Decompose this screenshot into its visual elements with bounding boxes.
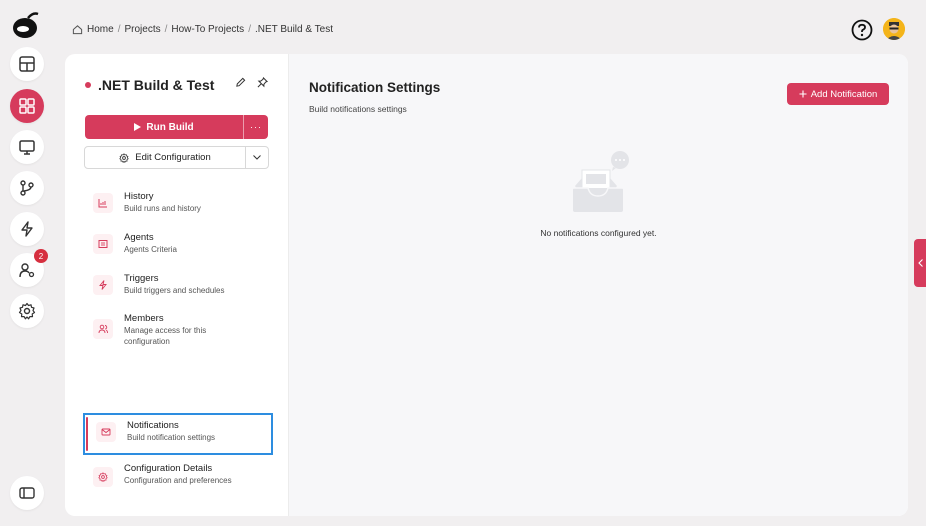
gear-icon [18,302,36,320]
run-build-button-group: Run Build ··· [85,115,268,139]
avatar[interactable] [883,18,905,40]
page-subtitle: Build notifications settings [309,104,407,114]
nav-label: Triggers [124,273,159,284]
nav-sub: Build triggers and schedules [124,286,225,295]
rail-dashboard-button[interactable] [10,89,44,123]
lightning-icon [21,221,33,237]
git-branch-icon [20,180,34,196]
chevron-left-icon [917,259,923,267]
nav-label: Notifications [127,420,179,431]
nav-sub: Build notification settings [127,433,216,442]
breadcrumb: Home / Projects / How-To Projects / .NET… [72,24,333,35]
breadcrumb-separator: / [117,24,121,35]
breadcrumb-home[interactable]: Home [87,24,114,35]
main-card: .NET Build & Test Run Build ··· Edit Con… [65,54,908,516]
nav-item-members[interactable]: Members Manage access for this configurat… [83,313,243,347]
run-more-button[interactable]: ··· [244,115,268,139]
chart-icon [93,193,113,213]
nav-label: History [124,191,154,202]
nav-sub: Build runs and history [124,204,201,213]
breadcrumb-projects[interactable]: Projects [124,24,160,35]
project-title: .NET Build & Test [85,77,214,93]
nav-label: Agents [124,232,154,243]
members-icon [93,319,113,339]
user-settings-icon [19,263,35,278]
nav-item-history[interactable]: History Build runs and history [83,191,273,214]
agent-icon [93,234,113,254]
edit-configuration-button-group: Edit Configuration [84,146,269,169]
edit-configuration-label: Edit Configuration [135,152,211,163]
rail-settings-button[interactable] [10,294,44,328]
breadcrumb-current: .NET Build & Test [254,24,333,35]
dashboard-icon [19,98,35,114]
edit-configuration-dropdown[interactable] [246,147,268,168]
breadcrumb-how-to-projects[interactable]: How-To Projects [171,24,244,35]
nav-label: Members [124,313,164,324]
edit-icon[interactable] [235,77,246,88]
rail-git-button[interactable] [10,171,44,205]
mail-icon [96,422,116,442]
project-title-text: .NET Build & Test [98,77,215,93]
notification-badge: 2 [34,249,48,263]
empty-state-text: No notifications configured yet. [540,228,657,238]
add-notification-label: Add Notification [810,88,878,100]
pin-icon[interactable] [257,77,268,88]
gear-icon [93,467,113,487]
breadcrumb-separator: / [164,24,168,35]
add-notification-button[interactable]: Add Notification [787,83,889,105]
lightning-icon [93,275,113,295]
logo-icon[interactable] [11,10,41,40]
project-sidebar: .NET Build & Test Run Build ··· Edit Con… [65,54,289,516]
plus-icon [799,90,807,98]
play-icon [134,123,142,131]
rail-monitor-button[interactable] [10,130,44,164]
more-icon: ··· [250,122,262,132]
side-panel-toggle[interactable] [914,239,926,287]
nav-item-triggers[interactable]: Triggers Build triggers and schedules [83,273,273,296]
grid-icon [19,56,35,72]
home-icon[interactable] [72,24,83,35]
notification-settings-panel: Notification Settings Build notification… [289,54,908,516]
left-rail: 2 [0,0,52,526]
edit-configuration-button[interactable]: Edit Configuration [85,147,246,168]
page-title: Notification Settings [309,80,441,95]
nav-sub: Agents Criteria [124,245,177,254]
rail-lightning-button[interactable] [10,212,44,246]
breadcrumb-separator: / [248,24,251,35]
rail-grid-button[interactable] [10,47,44,81]
nav-sub: Manage access for this configuration [124,326,207,346]
sidebar-toggle-icon [19,487,35,499]
run-build-label: Run Build [146,121,194,133]
nav-item-configuration-details[interactable]: Configuration Details Configuration and p… [83,463,273,487]
monitor-icon [19,140,35,155]
gear-icon [119,152,129,163]
run-build-button[interactable]: Run Build [85,115,244,139]
rail-user-settings-button[interactable]: 2 [10,249,48,287]
nav-item-agents[interactable]: Agents Agents Criteria [83,232,273,255]
nav-label: Configuration Details [124,463,213,474]
chevron-down-icon [253,155,261,160]
title-actions [235,77,268,88]
nav-sub: Configuration and preferences [124,476,232,485]
status-dot [85,82,91,88]
help-icon[interactable] [851,19,873,41]
nav-item-notifications[interactable]: Notifications Build notification settings [83,413,273,455]
avatar-icon [883,18,905,40]
empty-inbox-icon [573,151,629,212]
rail-collapse-button[interactable] [10,476,44,510]
